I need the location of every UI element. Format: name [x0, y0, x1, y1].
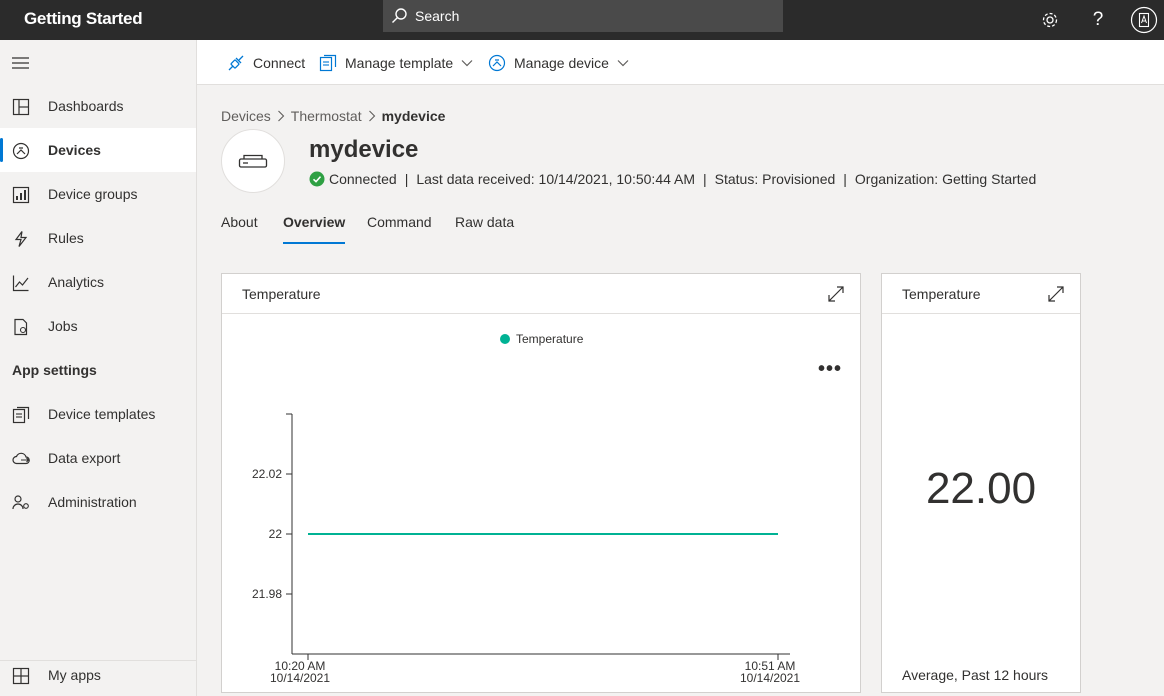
administration-icon	[12, 495, 29, 510]
tab-raw-data[interactable]: Raw data	[455, 214, 514, 230]
manage-template-label: Manage template	[345, 55, 454, 71]
sidebar-item-label: Analytics	[48, 274, 105, 290]
divider: |	[703, 171, 707, 187]
sidebar-item-label: My apps	[48, 667, 101, 683]
active-tab-underline	[283, 242, 346, 244]
analytics-icon	[12, 275, 29, 292]
device-groups-icon	[12, 186, 30, 204]
x-tick-date-label: 10/14/2021	[270, 671, 330, 685]
sidebar-item-analytics[interactable]: Analytics	[0, 260, 196, 304]
manage-template-button[interactable]: Manage template	[319, 53, 473, 73]
chevron-right-icon	[277, 110, 285, 122]
active-indicator	[0, 138, 3, 162]
sidebar-item-my-apps[interactable]: My apps	[0, 653, 196, 696]
sidebar-item-label: Data export	[48, 450, 121, 466]
tab-about[interactable]: About	[221, 214, 258, 230]
sidebar: Dashboards Devices Device groups Rules A…	[0, 40, 197, 696]
manage-device-button[interactable]: Manage device	[488, 53, 629, 73]
device-avatar	[221, 129, 285, 193]
sidebar-item-label: Administration	[48, 494, 137, 510]
search-icon	[392, 8, 407, 23]
sidebar-item-device-groups[interactable]: Device groups	[0, 172, 196, 216]
sidebar-item-label: Jobs	[48, 318, 78, 334]
kpi-value: 22.00	[925, 464, 1037, 513]
sidebar-footer: My apps	[0, 660, 196, 696]
help-icon[interactable]: ?	[1084, 6, 1112, 34]
app-settings-heading: App settings	[12, 362, 97, 378]
connect-icon	[228, 55, 244, 71]
temperature-line-chart: 21.982222.0210:20 AM10/14/202110:51 AM10…	[252, 413, 800, 685]
connection-status: Connected	[329, 171, 397, 187]
chevron-right-icon	[368, 110, 376, 122]
expand-icon[interactable]	[1047, 285, 1065, 303]
devices-icon	[12, 142, 30, 160]
tile-header: Temperature	[882, 274, 1080, 314]
device-hardware-icon	[238, 154, 268, 168]
sidebar-item-devices[interactable]: Devices	[0, 128, 196, 172]
breadcrumb-thermostat[interactable]: Thermostat	[291, 108, 362, 124]
x-tick-date-label: 10/14/2021	[740, 671, 800, 685]
tab-overview[interactable]: Overview	[283, 214, 346, 244]
chevron-down-icon	[617, 60, 629, 67]
device-templates-icon	[12, 406, 30, 424]
sidebar-item-data-export[interactable]: Data export	[0, 436, 196, 480]
hamburger-menu-icon[interactable]	[12, 56, 30, 75]
connect-label: Connect	[253, 55, 306, 71]
my-apps-icon	[12, 667, 30, 685]
chevron-down-icon	[461, 60, 473, 67]
connected-check-icon	[309, 171, 325, 187]
device-status-line: Connected | Last data received: 10/14/20…	[309, 171, 1036, 187]
kpi-caption: Average, Past 12 hours	[902, 667, 1049, 683]
top-bar: Getting Started Search ?	[0, 0, 1164, 40]
manage-device-label: Manage device	[514, 55, 609, 71]
y-tick-label: 21.98	[252, 587, 282, 601]
tile-title: Temperature	[902, 286, 981, 302]
connect-button[interactable]: Connect	[227, 53, 305, 73]
divider: |	[843, 171, 847, 187]
sidebar-item-administration[interactable]: Administration	[0, 480, 196, 524]
temperature-chart-tile: Temperature Temperature ••• 21.98 22 22.02…	[221, 273, 861, 693]
y-tick-label: 22.02	[252, 467, 282, 481]
page-title: mydevice	[309, 136, 419, 163]
breadcrumb-current: mydevice	[381, 108, 446, 124]
data-export-icon	[12, 452, 30, 465]
sidebar-item-dashboards[interactable]: Dashboards	[0, 84, 196, 128]
tab-label: About	[221, 214, 258, 230]
jobs-icon	[14, 318, 28, 336]
sidebar-item-device-templates[interactable]: Device templates	[0, 392, 196, 436]
sidebar-item-label: Device templates	[48, 406, 156, 422]
tab-label: Command	[367, 214, 432, 230]
main-content: Connect Manage template Manage device De…	[197, 40, 1164, 696]
command-bar: Connect Manage template Manage device	[197, 40, 1164, 85]
last-data-received: Last data received: 10/14/2021, 10:50:44…	[416, 171, 696, 187]
sidebar-item-jobs[interactable]: Jobs	[0, 304, 196, 348]
sidebar-item-label: Rules	[48, 230, 84, 246]
template-icon	[319, 54, 337, 72]
app-title[interactable]: Getting Started	[24, 9, 143, 29]
tab-label: Raw data	[455, 214, 515, 230]
y-tick-label: 22	[269, 527, 283, 541]
breadcrumb: Devices Thermostat mydevice	[221, 108, 445, 124]
sidebar-item-rules[interactable]: Rules	[0, 216, 196, 260]
provisioning-status: Status: Provisioned	[714, 171, 836, 187]
sidebar-item-label: Dashboards	[48, 98, 124, 114]
tab-command[interactable]: Command	[367, 214, 432, 230]
tab-label: Overview	[283, 214, 346, 230]
breadcrumb-devices[interactable]: Devices	[221, 108, 271, 124]
sidebar-item-label: Device groups	[48, 186, 138, 202]
divider: |	[404, 171, 409, 187]
dashboard-icon	[12, 98, 30, 116]
search-label: Search	[415, 8, 460, 24]
temperature-kpi-tile: Temperature 22.00 Average, Past 12 hours	[881, 273, 1081, 693]
organization: Organization: Getting Started	[854, 171, 1037, 187]
sidebar-item-label: Devices	[48, 142, 101, 158]
account-icon[interactable]	[1130, 6, 1158, 34]
search-box[interactable]: Search	[383, 0, 783, 32]
settings-icon[interactable]	[1036, 6, 1064, 34]
device-icon	[488, 54, 506, 72]
rules-icon	[14, 231, 28, 247]
